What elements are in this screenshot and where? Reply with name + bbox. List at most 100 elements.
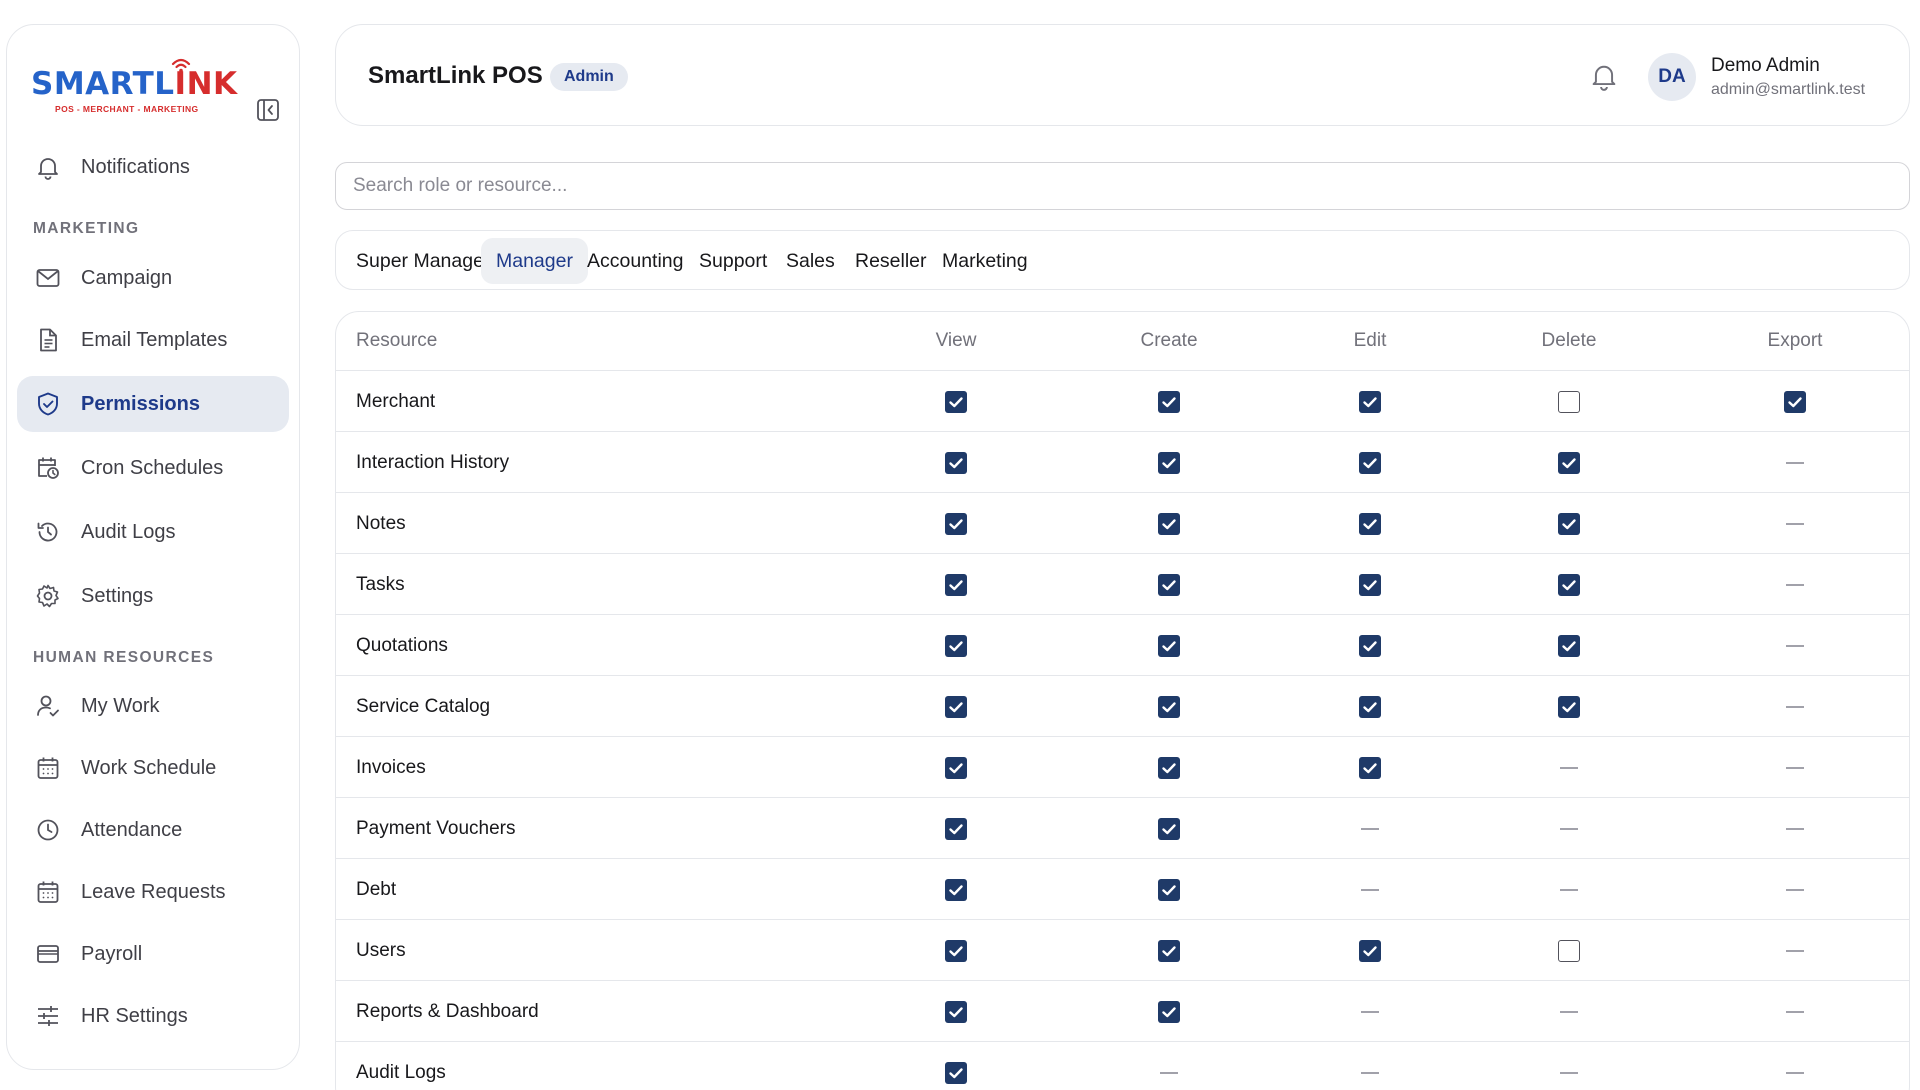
checkbox-view[interactable] [945, 573, 967, 596]
shield-icon [38, 392, 58, 416]
column-header-export: Export [1767, 330, 1823, 351]
sidebar-item-attendance[interactable]: Attendance [17, 802, 289, 858]
permission-cell-create [1149, 920, 1189, 981]
sidebar-item-label: Permissions [81, 392, 200, 415]
checkbox-edit[interactable] [1359, 695, 1381, 718]
checkbox-view[interactable] [945, 695, 967, 718]
tab-accounting[interactable]: Accounting [572, 238, 698, 284]
tab-sales[interactable]: Sales [771, 238, 850, 284]
check-icon [949, 579, 963, 590]
checkbox-view[interactable] [945, 512, 967, 535]
sidebar-item-hr-settings[interactable]: HR Settings [17, 988, 289, 1044]
sidebar-item-permissions[interactable]: Permissions [17, 376, 289, 432]
checkbox-delete[interactable] [1558, 512, 1580, 535]
checkbox-view[interactable] [945, 756, 967, 779]
sidebar-item-campaign[interactable]: Campaign [17, 250, 289, 306]
checkbox-view[interactable] [945, 939, 967, 962]
sidebar-item-settings[interactable]: Settings [17, 568, 289, 624]
checkbox-export[interactable] [1784, 390, 1806, 413]
search-input[interactable] [335, 162, 1910, 210]
sidebar-item-my-work[interactable]: My Work [17, 678, 289, 734]
smartlink-logo[interactable]: SMARTLINK POS - MERCHANT - MARKETING [31, 55, 237, 117]
permission-cell-view [936, 676, 976, 737]
notifications-button[interactable] [1589, 61, 1619, 91]
sidebar-item-label: Work Schedule [81, 756, 217, 779]
checkbox-create[interactable] [1158, 634, 1180, 657]
table-row: Reports & Dashboard [336, 980, 1909, 1042]
resource-name: Audit Logs [356, 1062, 446, 1083]
sidebar-item-label: Settings [81, 584, 154, 607]
checkbox-edit[interactable] [1359, 634, 1381, 657]
checkbox-create[interactable] [1158, 390, 1180, 413]
permission-cell-edit [1350, 371, 1390, 432]
sidebar-item-label: Audit Logs [81, 520, 176, 543]
checkbox-create[interactable] [1158, 817, 1180, 840]
permission-cell-delete [1549, 737, 1589, 798]
checkbox-create[interactable] [1158, 878, 1180, 901]
permission-cell-export [1775, 981, 1815, 1042]
sidebar-item-email-templates[interactable]: Email Templates [17, 312, 289, 368]
sidebar-item-payroll[interactable]: Payroll [17, 926, 289, 982]
checkbox-view[interactable] [945, 390, 967, 413]
checkbox-edit[interactable] [1359, 939, 1381, 962]
permission-cell-edit [1350, 859, 1390, 920]
check-icon [1162, 762, 1176, 773]
sidebar-item-audit-logs[interactable]: Audit Logs [17, 504, 289, 560]
checkbox-create[interactable] [1158, 756, 1180, 779]
checkbox-view[interactable] [945, 1000, 967, 1023]
permission-cell-view [936, 981, 976, 1042]
sidebar-item-cron-schedules[interactable]: Cron Schedules [17, 440, 289, 496]
permission-cell-export [1775, 920, 1815, 981]
checkbox-edit[interactable] [1359, 573, 1381, 596]
checkbox-view[interactable] [945, 878, 967, 901]
checkbox-view[interactable] [945, 634, 967, 657]
checkbox-delete[interactable] [1558, 390, 1580, 413]
resource-name: Quotations [356, 635, 448, 656]
check-icon [949, 762, 963, 773]
check-icon [949, 457, 963, 468]
permission-cell-delete [1549, 981, 1589, 1042]
sidebar-item-work-schedule[interactable]: Work Schedule [17, 740, 289, 796]
checkbox-create[interactable] [1158, 939, 1180, 962]
tab-marketing[interactable]: Marketing [927, 238, 1043, 284]
checkbox-view[interactable] [945, 451, 967, 474]
checkbox-delete[interactable] [1558, 634, 1580, 657]
history-icon [37, 522, 58, 542]
checkbox-delete[interactable] [1558, 573, 1580, 596]
checkbox-edit[interactable] [1359, 451, 1381, 474]
check-icon [1562, 579, 1576, 590]
checkbox-delete[interactable] [1558, 939, 1580, 962]
checkbox-delete[interactable] [1558, 695, 1580, 718]
checkbox-delete[interactable] [1558, 451, 1580, 474]
checkbox-view[interactable] [945, 817, 967, 840]
checkbox-create[interactable] [1158, 451, 1180, 474]
sidebar-item-notifications[interactable]: Notifications [17, 139, 289, 195]
sidebar-item-leave-requests[interactable]: Leave Requests [17, 864, 289, 920]
permission-cell-view [936, 432, 976, 493]
checkbox-create[interactable] [1158, 695, 1180, 718]
check-icon [949, 640, 963, 651]
checkbox-edit[interactable] [1359, 756, 1381, 779]
avatar[interactable]: DA [1648, 53, 1696, 101]
checkbox-view[interactable] [945, 1061, 967, 1084]
checkbox-create[interactable] [1158, 573, 1180, 596]
calendar-icon [37, 881, 59, 903]
calendar-clock-icon [38, 457, 59, 479]
permission-cell-edit [1350, 493, 1390, 554]
bell-icon [1592, 65, 1616, 91]
checkbox-create[interactable] [1158, 512, 1180, 535]
wallet-icon [37, 945, 59, 963]
column-header-delete: Delete [1541, 330, 1597, 351]
sidebar-collapse-button[interactable] [255, 97, 281, 123]
checkbox-edit[interactable] [1359, 512, 1381, 535]
checkbox-edit[interactable] [1359, 390, 1381, 413]
section-label-human-resources: HUMAN RESOURCES [33, 649, 215, 666]
tab-support[interactable]: Support [684, 238, 782, 284]
resource-name: Notes [356, 513, 406, 534]
check-icon [1162, 457, 1176, 468]
not-applicable-dash [1786, 583, 1804, 586]
sidebar-item-label: HR Settings [81, 1004, 188, 1027]
permission-cell-delete [1549, 798, 1589, 859]
not-applicable-dash [1786, 949, 1804, 952]
checkbox-create[interactable] [1158, 1000, 1180, 1023]
